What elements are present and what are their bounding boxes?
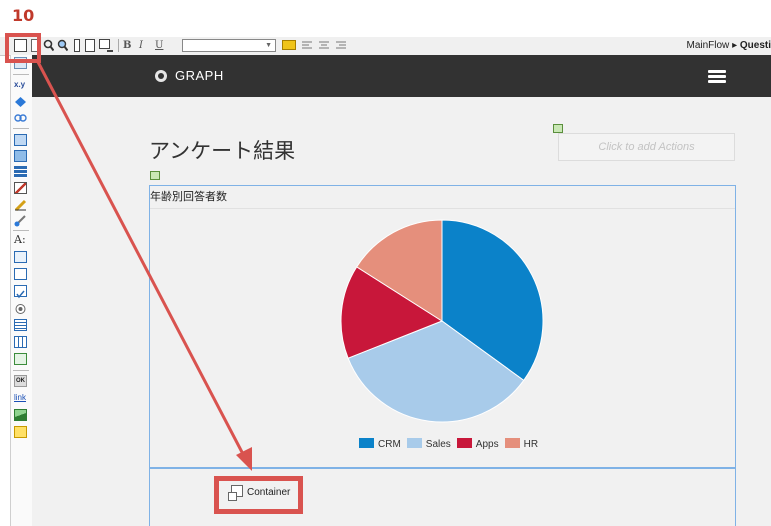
arrow-head-icon	[236, 447, 252, 471]
annotation-arrow	[36, 61, 252, 471]
